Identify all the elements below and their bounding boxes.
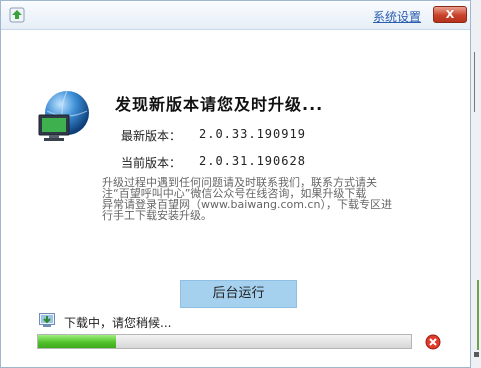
close-button[interactable]: X <box>433 6 467 23</box>
download-progress-bar <box>37 334 412 349</box>
background-window-edge <box>471 0 481 368</box>
current-version-row: 当前版本： 2.0.31.190628 <box>121 154 305 171</box>
upgrade-arrow-icon <box>9 7 25 23</box>
update-window: 系统设置 X 发现新版本请您及时升级... 最新版本： 2.0.33.19091… <box>0 0 471 368</box>
latest-version-value: 2.0.33.190919 <box>199 127 306 141</box>
support-notice: 升级过程中遇到任何问题请及时联系我们，联系方式请关 注“百望呼叫中心”微信公众号… <box>102 177 404 221</box>
globe-monitor-icon <box>38 90 89 141</box>
notice-line: 行手工下载安装升级。 <box>102 209 212 222</box>
download-status: 下载中，请您稍候... <box>64 316 172 330</box>
update-headline: 发现新版本请您及时升级... <box>115 95 324 114</box>
download-icon <box>39 313 55 327</box>
current-version-label: 当前版本： <box>121 156 182 170</box>
latest-version-label: 最新版本： <box>121 129 182 143</box>
latest-version-row: 最新版本： 2.0.33.190919 <box>121 127 305 144</box>
cancel-icon[interactable] <box>425 334 441 350</box>
run-in-background-button[interactable]: 后台运行 <box>180 280 297 308</box>
system-settings-link[interactable]: 系统设置 <box>373 8 421 25</box>
current-version-value: 2.0.31.190628 <box>199 154 306 168</box>
title-bar: 系统设置 X <box>1 1 470 30</box>
download-progress-fill <box>38 335 117 348</box>
